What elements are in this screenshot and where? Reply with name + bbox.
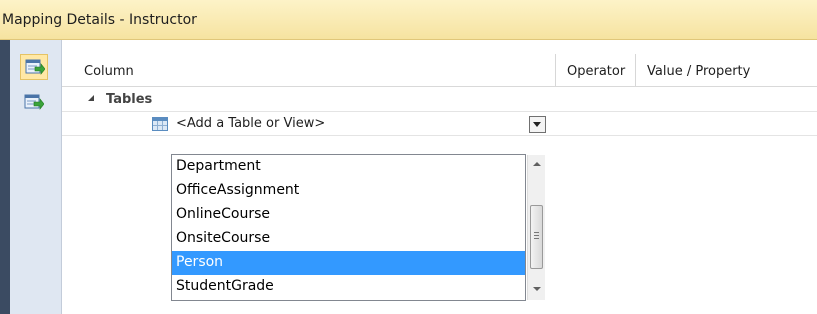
- table-dropdown-list[interactable]: Department OfficeAssignment OnlineCourse…: [171, 154, 545, 301]
- table-icon: [152, 117, 168, 131]
- ide-left-border: [0, 40, 10, 314]
- column-header[interactable]: Column: [84, 64, 134, 79]
- value-property-header[interactable]: Value / Property: [647, 64, 750, 79]
- list-item-studentgrade[interactable]: StudentGrade: [172, 275, 525, 299]
- scroll-down-arrow-icon[interactable]: [533, 287, 541, 291]
- scroll-up-arrow-icon[interactable]: [533, 162, 541, 166]
- list-item-department[interactable]: Department: [172, 155, 525, 179]
- list-item-person[interactable]: Person: [172, 251, 525, 275]
- map-entity-to-tables-icon: [25, 59, 45, 75]
- grid-header: Column Operator Value / Property: [62, 40, 817, 87]
- map-entity-to-functions-icon: [24, 94, 44, 110]
- list-item-onsitecourse[interactable]: OnsiteCourse: [172, 227, 525, 251]
- map-entity-to-tables-button[interactable]: [20, 54, 48, 80]
- tool-window-title-bar: Mapping Details - Instructor: [0, 0, 817, 40]
- column-divider[interactable]: [635, 54, 636, 86]
- add-table-combobox-text[interactable]: <Add a Table or View>: [176, 116, 325, 131]
- grip-line: [534, 235, 539, 236]
- tables-group-row[interactable]: Tables: [62, 88, 817, 112]
- list-item-officeassignment[interactable]: OfficeAssignment: [172, 179, 525, 203]
- tables-group-label: Tables: [106, 92, 153, 107]
- mapping-toolstrip: [10, 40, 62, 314]
- window-title: Mapping Details - Instructor: [2, 12, 197, 28]
- vertical-scrollbar[interactable]: [527, 155, 545, 300]
- column-divider[interactable]: [555, 54, 556, 86]
- add-table-row[interactable]: <Add a Table or View>: [62, 112, 817, 136]
- list-item-onlinecourse[interactable]: OnlineCourse: [172, 203, 525, 227]
- dropdown-arrow-button[interactable]: [529, 116, 546, 133]
- operator-header[interactable]: Operator: [567, 64, 625, 79]
- grip-line: [534, 232, 539, 233]
- grip-line: [534, 238, 539, 239]
- scrollbar-thumb[interactable]: [530, 205, 543, 269]
- collapse-triangle-icon[interactable]: [88, 95, 94, 101]
- map-entity-to-functions-button[interactable]: [20, 90, 48, 116]
